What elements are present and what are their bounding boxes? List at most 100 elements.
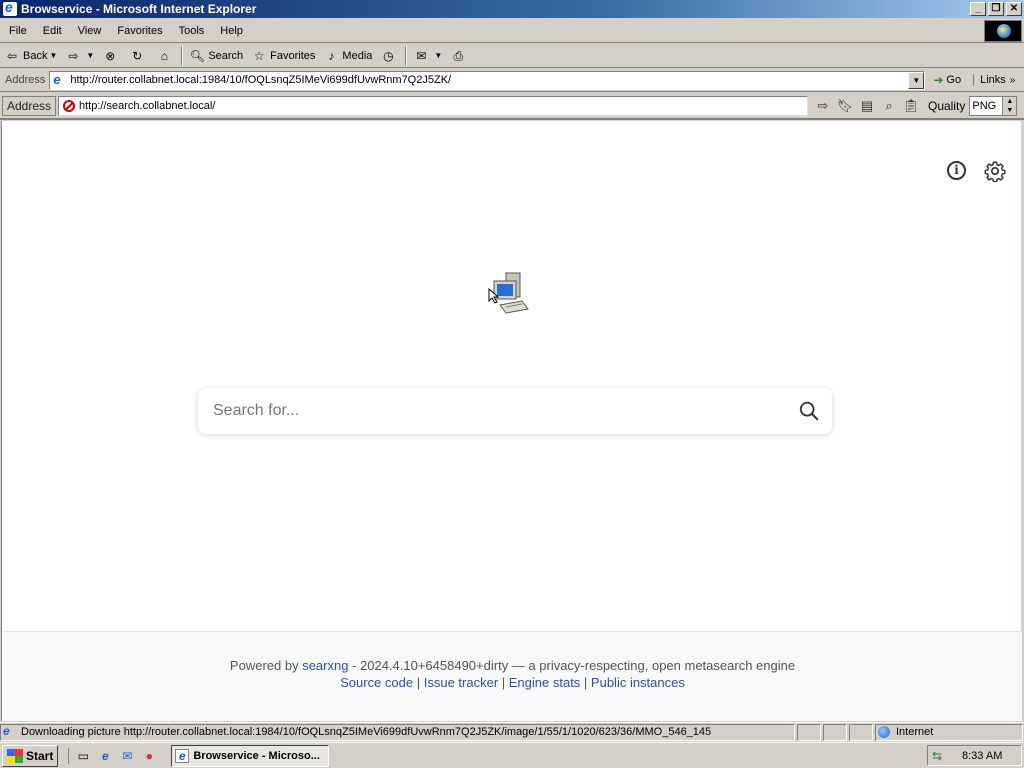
internet-explorer-icon[interactable]: e bbox=[97, 748, 113, 764]
minimize-button[interactable]: _ bbox=[970, 2, 986, 16]
searxng-link[interactable]: searxng bbox=[302, 658, 348, 673]
status-pane bbox=[797, 723, 821, 741]
go-label: Go bbox=[946, 74, 962, 86]
quick-launch: ▭ e ✉ ● bbox=[68, 747, 157, 764]
insecure-icon bbox=[63, 100, 75, 112]
close-button[interactable]: ✕ bbox=[1006, 2, 1022, 16]
back-dropdown-icon[interactable]: ▼ bbox=[49, 51, 57, 60]
gear-icon[interactable] bbox=[984, 160, 1006, 182]
toolbar-separator bbox=[181, 45, 184, 66]
go-arrow-icon: ➜ bbox=[933, 73, 944, 87]
task-label: Browservice - Microso... bbox=[193, 749, 320, 762]
bookmarks-list-icon[interactable]: ▤ bbox=[858, 97, 876, 115]
footer-separator: | bbox=[498, 675, 509, 690]
quality-spinner-icon[interactable]: ▲ ▼ bbox=[1002, 97, 1017, 115]
forward-button[interactable]: ⇨ ▼ bbox=[61, 45, 98, 67]
quality-select[interactable]: PNG ▲ ▼ bbox=[969, 96, 1018, 116]
browservice-url-input[interactable]: http://search.collabnet.local/ bbox=[58, 96, 808, 116]
bookmark-icon[interactable]: 🔖︎ bbox=[836, 97, 854, 115]
issue-tracker-link[interactable]: Issue tracker bbox=[424, 675, 498, 690]
windows-flag-icon bbox=[7, 748, 23, 763]
favorites-star-icon: ☆ bbox=[253, 48, 265, 63]
menu-tools[interactable]: Tools bbox=[171, 25, 213, 37]
go-button[interactable]: ➜ Go bbox=[933, 73, 961, 87]
search-icon[interactable] bbox=[798, 400, 820, 422]
status-pane bbox=[849, 723, 873, 741]
back-button[interactable]: ⇦ Back ▼ bbox=[0, 45, 61, 67]
go-arrow-icon[interactable]: ⇨ bbox=[814, 97, 832, 115]
window-title: Browservice - Microsoft Internet Explore… bbox=[21, 2, 257, 16]
links-button[interactable]: Links bbox=[973, 74, 1006, 86]
ie-app-icon bbox=[3, 0, 17, 16]
start-label: Start bbox=[26, 748, 54, 763]
status-pane bbox=[823, 723, 847, 741]
toolbar-separator bbox=[405, 45, 408, 66]
browservice-url: http://search.collabnet.local/ bbox=[79, 100, 216, 112]
engine-stats-link[interactable]: Engine stats bbox=[509, 675, 581, 690]
home-icon: ⌂ bbox=[160, 48, 168, 63]
menu-favorites[interactable]: Favorites bbox=[109, 25, 170, 37]
stop-button[interactable]: ⊗ bbox=[98, 45, 125, 67]
standard-toolbar: ⇦ Back ▼ ⇨ ▼ ⊗ ↻ ⌂ 🔍︎ Search ☆ Favorites… bbox=[0, 44, 1024, 68]
search-box[interactable]: Search for... bbox=[198, 388, 832, 434]
outlook-express-icon[interactable]: ✉ bbox=[119, 748, 135, 764]
status-bar: e Downloading picture http://router.coll… bbox=[0, 722, 1024, 741]
ie-window-icon: e bbox=[175, 748, 190, 763]
security-zone: Internet bbox=[875, 723, 1023, 741]
version-text: - 2024.4.10+6458490+dirty — a privacy-re… bbox=[348, 658, 796, 673]
clipboard-icon[interactable]: 📋︎ bbox=[902, 97, 920, 115]
print-button[interactable]: ⎙ bbox=[446, 45, 473, 67]
start-button[interactable]: Start bbox=[2, 744, 59, 767]
mail-icon: ✉ bbox=[416, 48, 427, 63]
source-code-link[interactable]: Source code bbox=[340, 675, 413, 690]
home-button[interactable]: ⌂ bbox=[152, 45, 179, 67]
show-desktop-icon[interactable]: ▭ bbox=[75, 748, 91, 764]
stop-icon: ⊗ bbox=[105, 48, 116, 63]
favorites-label: Favorites bbox=[270, 49, 316, 62]
favorites-button[interactable]: ☆ Favorites bbox=[247, 45, 319, 67]
taskbar-browservice-window[interactable]: e Browservice - Microso... bbox=[171, 744, 330, 767]
info-icon[interactable]: i bbox=[947, 161, 966, 180]
mail-dropdown-icon[interactable]: ▼ bbox=[434, 51, 442, 60]
magnifier-icon: 🔍︎ bbox=[189, 48, 205, 63]
address-url: http://router.collabnet.local:1984/10/fO… bbox=[70, 74, 452, 86]
forward-dropdown-icon[interactable]: ▼ bbox=[86, 51, 94, 60]
powered-by-text: Powered by bbox=[229, 658, 299, 673]
network-icon[interactable]: ⇆ bbox=[932, 748, 948, 764]
address-bar: Address e http://router.collabnet.local:… bbox=[0, 69, 1024, 92]
refresh-button[interactable]: ↻ bbox=[125, 45, 152, 67]
public-instances-link[interactable]: Public instances bbox=[591, 675, 685, 690]
footer-separator: | bbox=[580, 675, 591, 690]
menu-bar: File Edit View Favorites Tools Help bbox=[0, 19, 1024, 43]
media-icon: ♪ bbox=[328, 48, 335, 63]
search-input[interactable]: Search for... bbox=[213, 402, 299, 420]
globe-icon bbox=[878, 726, 890, 738]
computer-logo-icon bbox=[488, 272, 529, 314]
address-dropdown-icon[interactable]: ▼ bbox=[908, 71, 925, 89]
menu-help[interactable]: Help bbox=[212, 25, 251, 37]
mail-button[interactable]: ✉ ▼ bbox=[409, 45, 446, 67]
media-label: Media bbox=[342, 49, 373, 62]
menu-edit[interactable]: Edit bbox=[35, 25, 70, 37]
menu-view[interactable]: View bbox=[70, 25, 110, 37]
history-button[interactable]: ◷ bbox=[376, 45, 403, 67]
browservice-toolbar: Address http://search.collabnet.local/ ⇨… bbox=[0, 94, 1024, 120]
find-icon[interactable]: ⌕ bbox=[880, 97, 898, 115]
menu-file[interactable]: File bbox=[0, 25, 35, 37]
taskbar: Start ▭ e ✉ ● e Browservice - Microso...… bbox=[0, 742, 1024, 768]
quality-label: Quality bbox=[928, 99, 966, 113]
status-message: Downloading picture http://router.collab… bbox=[21, 726, 712, 738]
address-input[interactable]: e http://router.collabnet.local:1984/10/… bbox=[49, 70, 926, 90]
browservice-address-label: Address bbox=[2, 96, 56, 116]
refresh-icon: ↻ bbox=[132, 48, 143, 63]
media-button[interactable]: ♪ Media bbox=[319, 45, 376, 67]
page-loading-icon: e bbox=[3, 724, 10, 738]
media-player-icon[interactable]: ● bbox=[141, 748, 157, 764]
page-icon: e bbox=[53, 72, 61, 87]
back-label: Back bbox=[23, 49, 48, 62]
search-button[interactable]: 🔍︎ Search bbox=[185, 45, 247, 67]
search-label: Search bbox=[208, 49, 244, 62]
page-content: i Search for... Powered by searxng - 202… bbox=[1, 121, 1022, 721]
restore-button[interactable]: ❐ bbox=[988, 2, 1004, 16]
chevron-right-icon[interactable]: » bbox=[1010, 75, 1016, 86]
